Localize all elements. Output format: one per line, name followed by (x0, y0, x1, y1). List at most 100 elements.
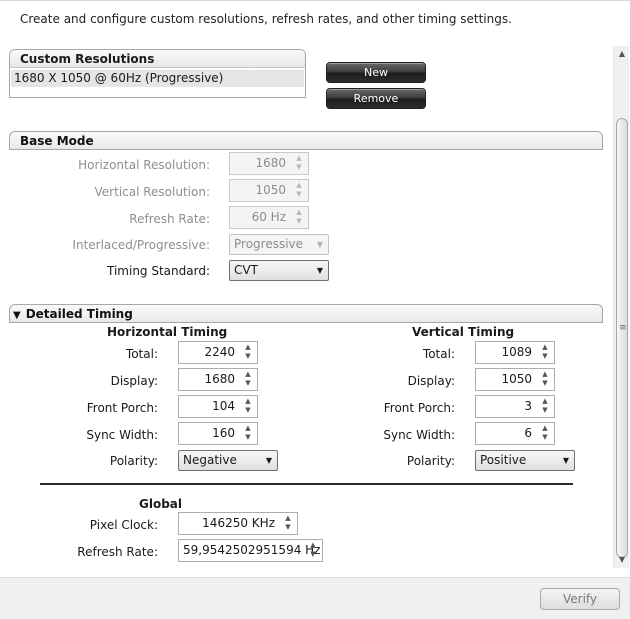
spin-down-icon: ▼ (296, 163, 302, 171)
v-front-porch-label: Front Porch: (383, 401, 455, 415)
spin-down-icon[interactable]: ▼ (240, 379, 256, 388)
scroll-up-icon[interactable]: ▲ (614, 46, 630, 62)
horizontal-timing-title: Horizontal Timing (107, 325, 228, 339)
grip-icon: ≡ (619, 323, 627, 333)
global-title: Global (139, 497, 183, 511)
chevron-down-icon: ▼ (265, 456, 272, 465)
verify-button[interactable]: Verify (540, 588, 620, 610)
h-display-label: Display: (110, 374, 158, 388)
spin-down-icon[interactable]: ▼ (240, 406, 256, 415)
vertical-resolution-stepper: 1050 ▲ ▼ (229, 179, 309, 202)
horizontal-resolution-label: Horizontal Resolution: (78, 158, 210, 172)
section-divider (40, 483, 573, 485)
timing-standard-label: Timing Standard: (107, 264, 210, 278)
collapse-icon[interactable]: ▼ (13, 310, 21, 321)
spin-up-icon[interactable]: ▲ (537, 343, 553, 352)
intro-text: Create and configure custom resolutions,… (20, 12, 512, 26)
h-front-porch-value: 104 (212, 399, 235, 413)
base-mode-title: Base Mode (20, 134, 94, 148)
scan-type-label: Interlaced/Progressive: (72, 238, 210, 252)
h-polarity-value: Negative (183, 453, 237, 467)
spin-down-icon[interactable]: ▼ (537, 406, 553, 415)
h-total-label: Total: (125, 347, 158, 361)
pixel-clock-stepper[interactable]: 146250 KHz ▲ ▼ (178, 512, 298, 535)
detailed-timing-header-line (9, 322, 603, 323)
chevron-down-icon: ▼ (316, 240, 323, 249)
v-display-stepper[interactable]: 1050 ▲ ▼ (475, 368, 555, 391)
global-refresh-rate-value: 59,9542502951594 Hz (183, 543, 321, 557)
spin-up-icon[interactable]: ▲ (537, 424, 553, 433)
v-front-porch-stepper[interactable]: 3 ▲ ▼ (475, 395, 555, 418)
spin-up-icon[interactable]: ▲ (240, 343, 256, 352)
base-mode-header: Base Mode (9, 131, 603, 150)
vertical-scrollbar[interactable]: ▲ ≡ ▼ (613, 46, 629, 568)
v-display-value: 1050 (501, 372, 532, 386)
detailed-timing-header[interactable]: ▼ Detailed Timing (9, 304, 603, 323)
v-total-stepper[interactable]: 1089 ▲ ▼ (475, 341, 555, 364)
spin-down-icon[interactable]: ▼ (240, 352, 256, 361)
spin-up-icon[interactable]: ▲ (537, 397, 553, 406)
detailed-timing-title: Detailed Timing (25, 307, 133, 321)
spin-up-icon[interactable]: ▲ (537, 370, 553, 379)
spin-down-icon[interactable]: ▼ (305, 550, 321, 559)
h-total-value: 2240 (204, 345, 235, 359)
spin-down-icon[interactable]: ▼ (537, 379, 553, 388)
scroll-down-icon[interactable]: ▼ (614, 552, 630, 568)
v-display-label: Display: (407, 374, 455, 388)
remove-button[interactable]: Remove (326, 88, 426, 109)
spin-up-icon: ▲ (296, 208, 302, 216)
scan-type-dropdown: Progressive ▼ (229, 234, 329, 255)
spin-up-icon[interactable]: ▲ (280, 514, 296, 523)
h-display-value: 1680 (204, 372, 235, 386)
timing-standard-dropdown[interactable]: CVT ▼ (229, 260, 329, 281)
v-polarity-value: Positive (480, 453, 527, 467)
v-sync-width-value: 6 (524, 426, 532, 440)
global-refresh-rate-stepper[interactable]: 59,9542502951594 Hz ▲ ▼ (178, 539, 323, 562)
h-polarity-label: Polarity: (109, 454, 158, 468)
v-polarity-dropdown[interactable]: Positive ▼ (475, 450, 575, 471)
chevron-down-icon: ▼ (316, 266, 323, 275)
chevron-down-icon: ▼ (562, 456, 569, 465)
v-front-porch-value: 3 (524, 399, 532, 413)
base-mode-header-line (9, 149, 603, 150)
bottom-bar: Verify (0, 577, 630, 619)
spin-up-icon[interactable]: ▲ (240, 370, 256, 379)
scan-type-value: Progressive (234, 237, 304, 251)
new-button[interactable]: New (326, 62, 426, 83)
spin-up-icon: ▲ (296, 181, 302, 189)
h-polarity-dropdown[interactable]: Negative ▼ (178, 450, 278, 471)
spin-down-icon[interactable]: ▼ (280, 523, 296, 532)
list-item[interactable]: 1680 X 1050 @ 60Hz (Progressive) (11, 70, 304, 87)
spin-up-icon[interactable]: ▲ (305, 541, 321, 550)
h-sync-width-value: 160 (212, 426, 235, 440)
refresh-rate-stepper: 60 Hz ▲ ▼ (229, 206, 309, 229)
spin-down-icon[interactable]: ▼ (537, 352, 553, 361)
h-sync-width-label: Sync Width: (86, 428, 158, 442)
spin-down-icon[interactable]: ▼ (537, 433, 553, 442)
spin-up-icon[interactable]: ▲ (240, 424, 256, 433)
scrollbar-thumb[interactable]: ≡ (616, 118, 628, 558)
top-border (0, 0, 630, 1)
h-total-stepper[interactable]: 2240 ▲ ▼ (178, 341, 258, 364)
v-total-label: Total: (422, 347, 455, 361)
refresh-rate-label: Refresh Rate: (129, 212, 210, 226)
spin-down-icon[interactable]: ▼ (240, 433, 256, 442)
h-front-porch-stepper[interactable]: 104 ▲ ▼ (178, 395, 258, 418)
v-sync-width-label: Sync Width: (383, 428, 455, 442)
spin-up-icon[interactable]: ▲ (240, 397, 256, 406)
custom-resolutions-list: Custom Resolutions 1680 X 1050 @ 60Hz (P… (9, 49, 306, 98)
vertical-resolution-value: 1050 (255, 183, 286, 197)
h-display-stepper[interactable]: 1680 ▲ ▼ (178, 368, 258, 391)
h-sync-width-stepper[interactable]: 160 ▲ ▼ (178, 422, 258, 445)
v-polarity-label: Polarity: (406, 454, 455, 468)
h-front-porch-label: Front Porch: (86, 401, 158, 415)
global-refresh-rate-label: Refresh Rate: (77, 545, 158, 559)
v-sync-width-stepper[interactable]: 6 ▲ ▼ (475, 422, 555, 445)
horizontal-resolution-stepper: 1680 ▲ ▼ (229, 152, 309, 175)
spin-down-icon: ▼ (296, 217, 302, 225)
horizontal-resolution-value: 1680 (255, 156, 286, 170)
vertical-resolution-label: Vertical Resolution: (94, 185, 210, 199)
spin-down-icon: ▼ (296, 190, 302, 198)
vertical-timing-title: Vertical Timing (412, 325, 515, 339)
custom-resolutions-title: Custom Resolutions (10, 50, 305, 68)
